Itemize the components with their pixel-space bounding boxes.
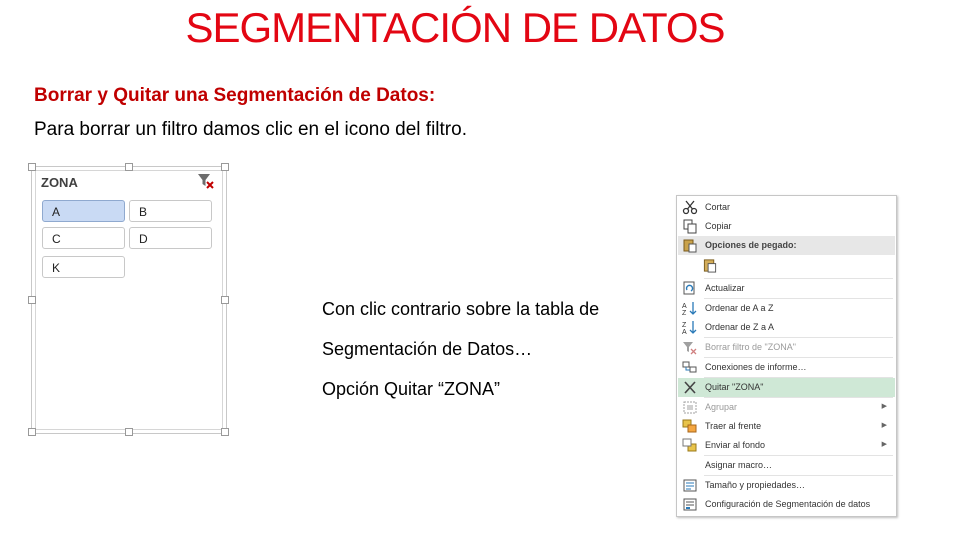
menu-item-report-connections[interactable]: Conexiones de informe… — [678, 358, 895, 377]
menu-item-label: Copiar — [705, 221, 732, 231]
group-icon — [683, 401, 697, 414]
resize-handle-tr[interactable] — [221, 163, 229, 171]
svg-text:Z: Z — [682, 310, 687, 316]
menu-item-label: Conexiones de informe… — [705, 362, 807, 372]
submenu-arrow-icon: ▶ — [881, 441, 887, 448]
menu-item-copy[interactable]: Copiar — [678, 217, 895, 236]
copy-icon — [683, 219, 697, 234]
paste-icon — [683, 239, 697, 253]
menu-item-label: Ordenar de A a Z — [705, 303, 774, 313]
resize-handle-br[interactable] — [221, 428, 229, 436]
slicer-item-label: K — [52, 261, 61, 275]
page-title: SEGMENTACIÓN DE DATOS — [185, 4, 725, 51]
slicer-item-k[interactable]: K — [42, 256, 125, 278]
slicer-item-c[interactable]: C — [42, 227, 125, 249]
resize-handle-mr[interactable] — [221, 296, 229, 304]
clear-filter-icon[interactable] — [197, 172, 215, 190]
menu-item-send-back[interactable]: Enviar al fondo ▶ — [678, 436, 895, 455]
submenu-arrow-icon: ▶ — [881, 403, 887, 410]
menu-item-slicer-settings[interactable]: Configuración de Segmentación de datos — [678, 495, 895, 514]
caption-line: Segmentación de Datos… — [322, 339, 533, 359]
menu-item-group[interactable]: Agrupar ▶ — [678, 398, 895, 417]
menu-item-sort-za[interactable]: Z A Ordenar de Z a A — [678, 318, 895, 337]
instruction-caption: Con clic contrario sobre la tabla de Seg… — [322, 289, 599, 409]
remove-x-icon — [684, 381, 696, 394]
svg-text:Z: Z — [682, 322, 687, 329]
resize-handle-tl[interactable] — [28, 163, 36, 171]
paste-option-button[interactable] — [678, 255, 895, 277]
slicer-item-label: C — [52, 232, 61, 246]
slicer-item-label: A — [52, 205, 61, 219]
sort-az-icon: A Z — [682, 302, 697, 316]
refresh-icon — [683, 281, 695, 295]
menu-item-label: Enviar al fondo — [705, 440, 766, 450]
svg-text:A: A — [682, 329, 687, 335]
sort-za-icon: Z A — [682, 321, 697, 335]
menu-item-label: Ordenar de Z a A — [705, 322, 775, 332]
menu-item-label: Configuración de Segmentación de datos — [705, 499, 871, 509]
caption-line: Opción Quitar “ZONA” — [322, 379, 501, 399]
clipboard-icon — [703, 259, 717, 273]
slicer-title: ZONA — [41, 175, 78, 190]
menu-item-label: Quitar "ZONA" — [705, 382, 764, 392]
menu-item-label: Borrar filtro de "ZONA" — [705, 342, 796, 352]
slicer-settings-icon — [683, 498, 697, 511]
menu-item-label: Actualizar — [705, 283, 745, 293]
menu-item-size-properties[interactable]: Tamaño y propiedades… — [678, 476, 895, 495]
menu-item-label: Opciones de pegado: — [705, 240, 797, 250]
resize-handle-ml[interactable] — [28, 296, 36, 304]
resize-handle-tc[interactable] — [125, 163, 133, 171]
slicer-item-label: D — [139, 232, 148, 246]
menu-item-bring-front[interactable]: Traer al frente ▶ — [678, 417, 895, 436]
menu-item-clear-filter[interactable]: Borrar filtro de "ZONA" — [678, 338, 895, 357]
menu-item-label: Asignar macro… — [705, 460, 773, 470]
menu-item-label: Cortar — [705, 202, 731, 212]
slicer-item-a[interactable]: A — [42, 200, 125, 222]
menu-item-label: Agrupar — [705, 402, 738, 412]
body-text: Para borrar un filtro damos clic en el i… — [34, 119, 467, 140]
size-properties-icon — [683, 479, 697, 492]
send-back-icon — [682, 438, 697, 452]
menu-header-paste-options: Opciones de pegado: — [678, 236, 895, 255]
menu-item-refresh[interactable]: Actualizar — [678, 279, 895, 298]
slicer-item-b[interactable]: B — [129, 200, 212, 222]
menu-item-assign-macro[interactable]: Asignar macro… — [678, 456, 895, 475]
menu-item-remove-zona[interactable]: Quitar "ZONA" — [678, 378, 895, 397]
context-menu: Cortar Copiar Opciones de pegado: Actual… — [676, 195, 897, 517]
slicer-item-d[interactable]: D — [129, 227, 212, 249]
zona-slicer[interactable]: ZONA A B C D K — [28, 163, 229, 436]
menu-item-sort-az[interactable]: A Z Ordenar de A a Z — [678, 299, 895, 318]
menu-item-cut[interactable]: Cortar — [678, 198, 895, 217]
menu-item-label: Tamaño y propiedades… — [705, 480, 806, 490]
resize-handle-bc[interactable] — [125, 428, 133, 436]
clear-filter-icon — [683, 342, 697, 355]
slicer-item-label: B — [139, 205, 148, 219]
report-connections-icon — [682, 361, 697, 373]
scissors-icon — [682, 200, 698, 215]
caption-line: Con clic contrario sobre la tabla de — [322, 299, 600, 319]
menu-item-label: Traer al frente — [705, 421, 762, 431]
submenu-arrow-icon: ▶ — [881, 422, 887, 429]
section-subtitle: Borrar y Quitar una Segmentación de Dato… — [34, 85, 436, 106]
svg-text:A: A — [682, 303, 687, 310]
resize-handle-bl[interactable] — [28, 428, 36, 436]
bring-front-icon — [682, 419, 697, 433]
